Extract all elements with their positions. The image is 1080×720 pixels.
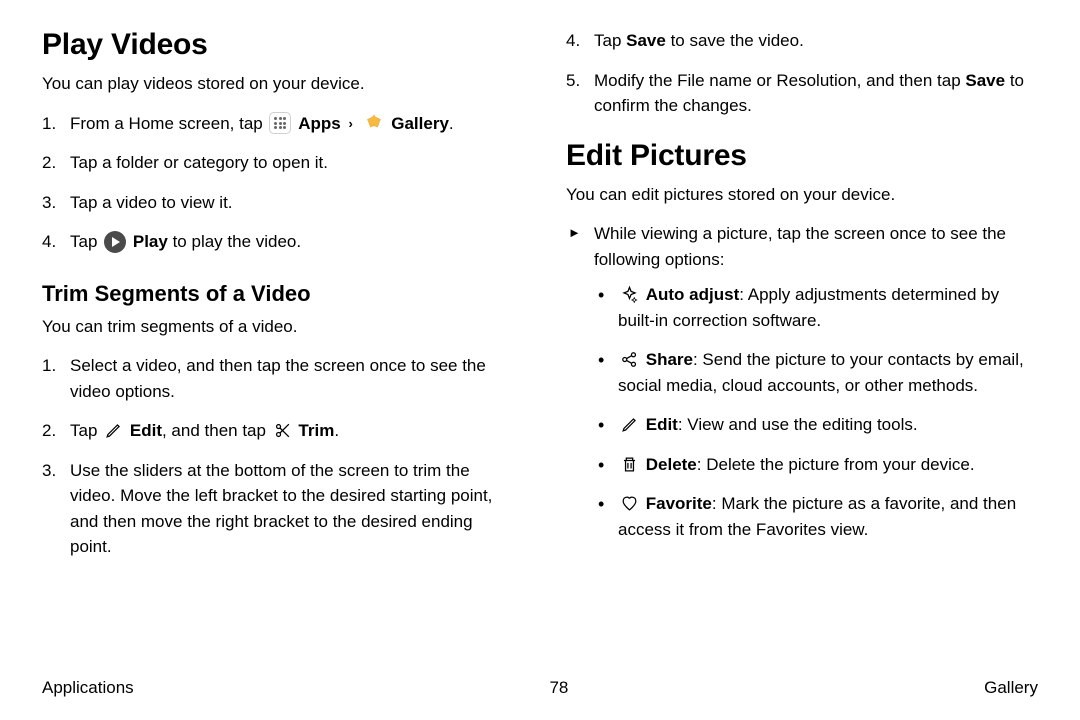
chevron-right-icon: › xyxy=(348,116,352,131)
play-videos-steps: From a Home screen, tap Apps › Gallery. … xyxy=(42,111,514,255)
step-2: Tap a folder or category to open it. xyxy=(42,150,514,176)
save-label-1: Save xyxy=(626,31,666,50)
trim-2b: , and then tap xyxy=(162,421,271,440)
footer-page-number: 78 xyxy=(549,678,568,698)
edit-pencil-icon xyxy=(104,421,123,440)
auto-adjust-icon xyxy=(620,285,639,304)
delete-icon xyxy=(620,455,639,474)
delete-text: : Delete the picture from your device. xyxy=(697,455,975,474)
left-column: Play Videos You can play videos stored o… xyxy=(42,28,514,574)
favorite-icon xyxy=(620,494,639,513)
c4a: Tap xyxy=(594,31,626,50)
opt-auto: Auto adjust: Apply adjustments determine… xyxy=(594,282,1038,333)
step-1-text-a: From a Home screen, tap xyxy=(70,114,267,133)
auto-label: Auto adjust xyxy=(646,285,740,304)
c4b: to save the video. xyxy=(666,31,804,50)
edit-options: Auto adjust: Apply adjustments determine… xyxy=(594,282,1038,542)
edit-opt-label: Edit xyxy=(646,415,678,434)
lead-text: While viewing a picture, tap the screen … xyxy=(594,224,1006,269)
trim-2a: Tap xyxy=(70,421,102,440)
scissors-icon xyxy=(273,421,292,440)
gallery-icon xyxy=(363,112,385,134)
columns: Play Videos You can play videos stored o… xyxy=(42,28,1038,574)
play-label: Play xyxy=(133,232,168,251)
trim-steps: Select a video, and then tap the screen … xyxy=(42,353,514,560)
trim-step-3: Use the sliders at the bottom of the scr… xyxy=(42,458,514,560)
trim-steps-continued: Tap Save to save the video. Modify the F… xyxy=(566,28,1038,119)
step-1-end: . xyxy=(449,114,454,133)
opt-share: Share: Send the picture to your contacts… xyxy=(594,347,1038,398)
apps-label: Apps xyxy=(298,114,341,133)
step-4: Tap Play to play the video. xyxy=(42,229,514,255)
intro-play-videos: You can play videos stored on your devic… xyxy=(42,72,514,97)
intro-edit-pictures: You can edit pictures stored on your dev… xyxy=(566,183,1038,208)
right-column: Tap Save to save the video. Modify the F… xyxy=(566,28,1038,574)
step-1: From a Home screen, tap Apps › Gallery. xyxy=(42,111,514,137)
intro-trim: You can trim segments of a video. xyxy=(42,315,514,340)
trim-step-2: Tap Edit, and then tap Trim. xyxy=(42,418,514,444)
edit-icon xyxy=(620,415,639,434)
step-3: Tap a video to view it. xyxy=(42,190,514,216)
delete-label: Delete xyxy=(646,455,697,474)
play-icon xyxy=(104,231,126,253)
edit-opt-text: : View and use the editing tools. xyxy=(678,415,918,434)
step-4-text-a: Tap xyxy=(70,232,102,251)
footer-right: Gallery xyxy=(984,678,1038,698)
gallery-label: Gallery xyxy=(391,114,449,133)
opt-delete: Delete: Delete the picture from your dev… xyxy=(594,452,1038,478)
heading-trim: Trim Segments of a Video xyxy=(42,281,514,307)
footer-left: Applications xyxy=(42,678,134,698)
c5a: Modify the File name or Resolution, and … xyxy=(594,71,965,90)
step-4-text-b: to play the video. xyxy=(168,232,301,251)
share-icon xyxy=(620,350,639,369)
edit-pictures-lead: While viewing a picture, tap the screen … xyxy=(566,221,1038,542)
trim-step-5: Modify the File name or Resolution, and … xyxy=(566,68,1038,119)
apps-icon xyxy=(269,112,291,134)
trim-step-1: Select a video, and then tap the screen … xyxy=(42,353,514,404)
footer: Applications 78 Gallery xyxy=(42,678,1038,698)
opt-favorite: Favorite: Mark the picture as a favorite… xyxy=(594,491,1038,542)
trim-2c: . xyxy=(334,421,339,440)
trim-label: Trim xyxy=(298,421,334,440)
heading-play-videos: Play Videos xyxy=(42,28,514,62)
favorite-label: Favorite xyxy=(646,494,712,513)
heading-edit-pictures: Edit Pictures xyxy=(566,139,1038,173)
share-label: Share xyxy=(646,350,693,369)
save-label-2: Save xyxy=(965,71,1005,90)
trim-step-4: Tap Save to save the video. xyxy=(566,28,1038,54)
edit-label: Edit xyxy=(130,421,162,440)
opt-edit: Edit: View and use the editing tools. xyxy=(594,412,1038,438)
lead-item: While viewing a picture, tap the screen … xyxy=(566,221,1038,542)
